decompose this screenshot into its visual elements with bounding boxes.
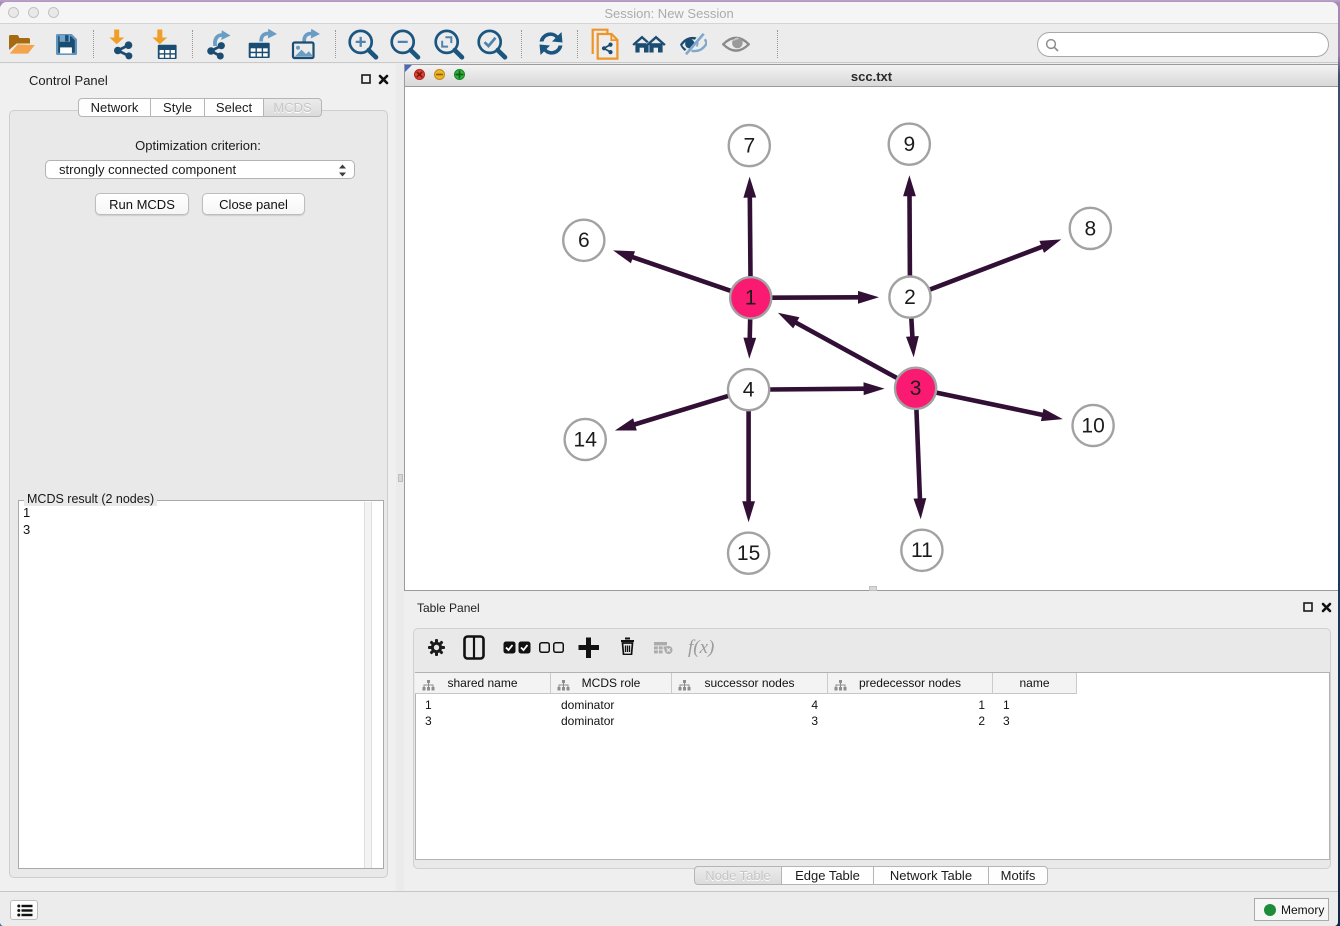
svg-text:6: 6 bbox=[578, 229, 590, 252]
svg-text:14: 14 bbox=[574, 428, 598, 451]
svg-text:7: 7 bbox=[743, 135, 755, 158]
svg-text:1: 1 bbox=[745, 287, 757, 310]
svg-text:11: 11 bbox=[911, 539, 933, 562]
svg-text:8: 8 bbox=[1084, 217, 1096, 240]
svg-text:10: 10 bbox=[1081, 414, 1104, 437]
svg-text:15: 15 bbox=[737, 542, 760, 565]
svg-text:9: 9 bbox=[903, 133, 915, 156]
svg-text:2: 2 bbox=[904, 286, 916, 309]
svg-text:3: 3 bbox=[910, 377, 922, 400]
svg-text:4: 4 bbox=[743, 379, 755, 402]
